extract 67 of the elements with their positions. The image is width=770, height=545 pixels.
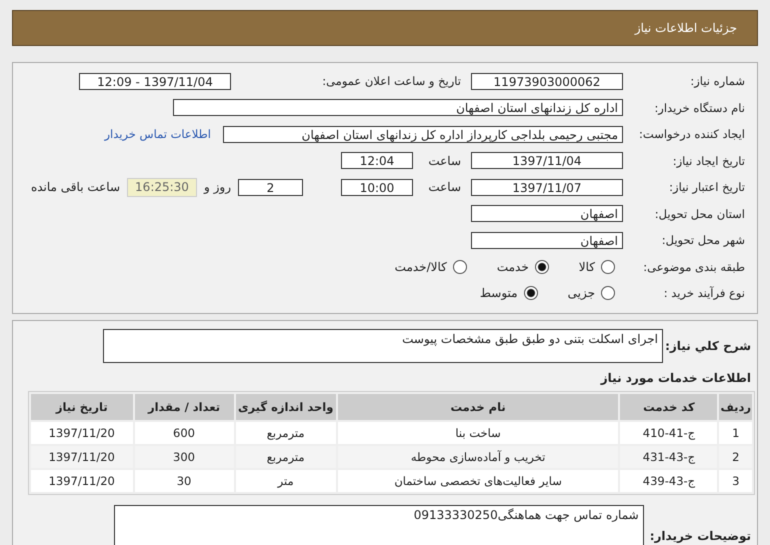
requester-field: مجتبی رحیمی بلداجی کارپرداز اداره کل زندانهای استان اصفهان	[223, 126, 623, 143]
created-time-field: 12:04	[341, 152, 413, 170]
description-label: شرح کلي نياز:	[664, 338, 752, 352]
table-cell: مترمربع	[236, 446, 336, 468]
time-label: ساعت	[427, 154, 462, 168]
column-header: ردیف	[719, 394, 752, 420]
table-cell: 1397/11/20	[31, 446, 132, 468]
table-cell: تخریب و آماده‌سازی محوطه	[338, 446, 618, 468]
radio-label: خدمت	[496, 260, 529, 274]
table-cell: ج-43-431	[620, 446, 718, 468]
radio-label: کالا	[578, 260, 595, 274]
buyer-contact-link[interactable]: اطلاعات تماس خریدار	[104, 127, 211, 142]
table-cell: متر	[236, 470, 336, 492]
table-cell: مترمربع	[236, 422, 336, 444]
radio-button[interactable]	[524, 286, 538, 300]
table-cell: ج-41-410	[620, 422, 718, 444]
field-label: نام دستگاه خریدار:	[653, 100, 746, 115]
radio-button[interactable]	[601, 260, 615, 274]
column-header: واحد اندازه گیری	[236, 394, 336, 420]
field-label: استان محل تحویل:	[654, 206, 746, 221]
city-field: اصفهان	[471, 232, 623, 249]
radio-label: متوسط	[480, 286, 518, 300]
table-cell: 1	[719, 422, 752, 444]
time-label: ساعت	[427, 180, 462, 194]
radio-button[interactable]	[534, 260, 549, 274]
buyer-org-field: اداره کل زندانهای استان اصفهان	[173, 99, 623, 116]
table-cell: 1397/11/20	[31, 422, 132, 444]
table-cell: 2	[719, 446, 752, 468]
need-number-field: 11973903000062	[471, 72, 623, 90]
radio-button[interactable]	[452, 260, 467, 274]
field-label: طبقه بندی موضوعی:	[642, 260, 746, 274]
remaining-label: ساعت باقی مانده	[30, 180, 121, 194]
radio-label: جزیی	[568, 286, 595, 300]
field-label: ایجاد کننده درخواست:	[638, 127, 746, 142]
table-cell: 30	[134, 470, 234, 492]
created-date-field: 1397/11/04	[471, 152, 623, 170]
validity-time-field: 10:00	[341, 178, 413, 196]
field-label: شهر محل تحویل:	[660, 233, 746, 248]
field-label: تاریخ و ساعت اعلان عمومی:	[321, 74, 462, 88]
section-title: اطلاعات خدمات مورد نیاز	[599, 370, 752, 387]
column-header: تعداد / مقدار	[134, 394, 234, 420]
column-header: نام خدمت	[338, 394, 618, 420]
radio-button[interactable]	[601, 286, 615, 300]
table-cell: ساخت بنا	[338, 422, 618, 444]
announce-date-field: 1397/11/04 - 12:09	[79, 72, 231, 90]
table-cell: 300	[134, 446, 234, 468]
buyer-notes-box: شماره تماس جهت هماهنگی09133330250	[114, 504, 644, 545]
table-cell: 600	[134, 422, 234, 444]
table-cell: ج-43-439	[620, 470, 718, 492]
field-label: نوع فرآیند خرید :	[662, 286, 746, 300]
table-cell: سایر فعالیت‌های تخصصی ساختمان	[338, 470, 618, 492]
field-label: تاریخ ایجاد نیاز:	[672, 154, 746, 168]
page-title: جزئیات اطلاعات نیاز	[634, 21, 737, 35]
table-cell: 3	[719, 470, 752, 492]
remaining-time-field: 16:25:30	[127, 178, 197, 197]
days-field: 2	[238, 178, 303, 196]
field-label: شماره نیاز:	[689, 74, 746, 88]
buyer-notes-label: توضیحات خریدار:	[648, 528, 752, 542]
table-cell: 1397/11/20	[31, 470, 132, 492]
column-header: کد خدمت	[620, 394, 718, 420]
radio-label: کالا/خدمت	[394, 260, 447, 274]
validity-date-field: 1397/11/07	[471, 178, 623, 196]
days-label: روز و	[202, 180, 232, 194]
description-box: اجرای اسکلت بتنی دو طبق طبق مشخصات پیوست	[103, 328, 663, 362]
column-header: تاریخ نیاز	[31, 394, 132, 420]
province-field: اصفهان	[471, 205, 623, 222]
field-label: تاریخ اعتبار نیاز:	[668, 180, 746, 194]
